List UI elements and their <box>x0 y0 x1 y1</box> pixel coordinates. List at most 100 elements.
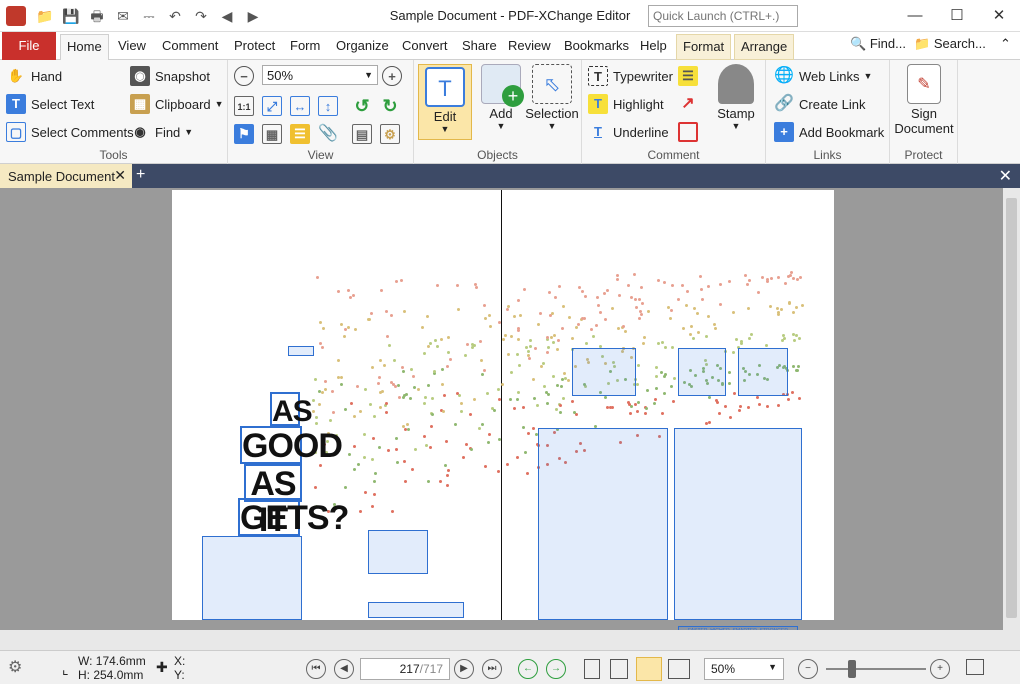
tab-review[interactable]: Review <box>502 34 557 60</box>
add-bookmark-button[interactable]: + Add Bookmark <box>774 120 884 144</box>
close-all-documents-icon[interactable]: ✕ <box>999 166 1012 186</box>
web-links-button[interactable]: 🌐 Web Links ▼ <box>774 64 872 88</box>
edit-button[interactable]: T Edit ▼ <box>418 64 472 140</box>
rotate-left-button[interactable]: ↺ <box>352 94 377 118</box>
search-button[interactable]: 📁 Search... <box>914 36 986 52</box>
zoom-out-button[interactable]: − <box>234 64 259 88</box>
email-icon[interactable]: ✉ <box>112 7 134 25</box>
sticky-note-button[interactable]: ☰ <box>678 64 703 88</box>
headline-word[interactable]: AS IT <box>244 464 302 538</box>
fullscreen-icon[interactable] <box>966 659 984 675</box>
selection-button[interactable]: ⬁ Selection ▼ <box>522 64 582 140</box>
settings-gear-icon[interactable]: ⚙ <box>8 657 22 677</box>
document-properties-button[interactable]: ▤ <box>352 122 377 146</box>
next-page-button[interactable]: ▶ <box>454 659 474 679</box>
scan-icon[interactable]: ⎓ <box>138 7 160 25</box>
continuous-facing-icon[interactable] <box>668 659 690 679</box>
tab-share[interactable]: Share <box>456 34 503 60</box>
selected-text-block[interactable] <box>288 346 314 356</box>
actual-size-button[interactable]: 1:1 <box>234 94 259 118</box>
back-icon[interactable]: ◀ <box>216 7 238 25</box>
find-button[interactable]: 🔍 Find... <box>850 36 906 52</box>
first-page-button[interactable]: ⏮ <box>306 659 326 679</box>
previous-page-button[interactable]: ◀ <box>334 659 354 679</box>
selected-text-block[interactable] <box>674 428 802 620</box>
back-view-button[interactable]: ← <box>518 659 538 679</box>
tab-organize[interactable]: Organize <box>330 34 395 60</box>
zoom-out-status-button[interactable]: − <box>798 659 818 679</box>
zoom-in-button[interactable]: + <box>382 64 407 88</box>
attachments-pane-button[interactable]: 📎 <box>318 122 343 146</box>
selected-text-block[interactable] <box>202 536 302 620</box>
facing-pages-icon[interactable] <box>636 657 662 681</box>
headline-word[interactable]: GOOD <box>240 426 343 464</box>
selected-text-block[interactable] <box>572 348 636 396</box>
select-comments-button[interactable]: ▢ Select Comments <box>6 120 134 144</box>
add-button[interactable]: + Add ▼ <box>474 64 528 140</box>
highlight-button[interactable]: T Highlight <box>588 92 664 116</box>
close-tab-icon[interactable]: ✕ <box>114 167 126 184</box>
typewriter-button[interactable]: T Typewriter <box>588 64 673 88</box>
selected-text-block[interactable] <box>368 530 428 574</box>
document-settings-button[interactable]: ⚙ <box>380 122 405 146</box>
redo-icon[interactable]: ↷ <box>190 7 212 25</box>
hand-button[interactable]: ✋ Hand <box>6 64 62 88</box>
snapshot-button[interactable]: ◉ Snapshot <box>130 64 210 88</box>
zoom-combo[interactable]: 50% ▼ <box>262 65 378 85</box>
find-tool-button[interactable]: ◉ Find ▼ <box>130 120 193 144</box>
save-icon[interactable]: 💾 <box>60 7 82 25</box>
continuous-page-icon[interactable] <box>610 659 628 679</box>
selected-text-block[interactable] <box>678 348 726 396</box>
sign-document-button[interactable]: ✎ Sign Document <box>892 64 956 144</box>
quick-launch-input[interactable] <box>648 5 798 27</box>
tab-format[interactable]: Format <box>676 34 732 60</box>
forward-icon[interactable]: ▶ <box>242 7 264 25</box>
zoom-in-status-button[interactable]: + <box>930 659 950 679</box>
document-tab[interactable]: Sample Document ✕ <box>0 164 132 188</box>
open-folder-icon[interactable]: 📁 <box>34 7 56 25</box>
selected-text-block[interactable] <box>368 602 464 618</box>
last-page-button[interactable]: ⏭ <box>482 659 502 679</box>
print-icon[interactable]: 🖶 <box>86 7 108 25</box>
bookmarks-pane-button[interactable]: ⚑ <box>234 122 259 146</box>
tab-convert[interactable]: Convert <box>396 34 454 60</box>
comments-pane-button[interactable]: ☰ <box>290 122 315 146</box>
pages-pane-button[interactable]: ▦ <box>262 122 287 146</box>
single-page-icon[interactable] <box>584 659 600 679</box>
minimize-button[interactable]: — <box>894 0 936 32</box>
page-number-input[interactable]: 217/717 <box>360 658 450 680</box>
tab-form[interactable]: Form <box>284 34 326 60</box>
maximize-button[interactable]: ☐ <box>936 0 978 32</box>
selected-text-block[interactable] <box>538 428 668 620</box>
tab-home[interactable]: Home <box>60 34 109 60</box>
fit-width-button[interactable]: ↔ <box>290 94 315 118</box>
zoom-select[interactable]: 50% ▼ <box>704 658 784 680</box>
arrow-button[interactable]: ↗ <box>678 92 703 116</box>
selected-text-block[interactable] <box>738 348 788 396</box>
forward-view-button[interactable]: → <box>546 659 566 679</box>
tab-comment[interactable]: Comment <box>156 34 224 60</box>
clipboard-button[interactable]: ▦ Clipboard ▼ <box>130 92 224 116</box>
headline-word[interactable]: GETS? <box>238 498 349 536</box>
headline-word[interactable]: AS <box>270 392 313 428</box>
new-tab-icon[interactable]: + <box>136 166 145 184</box>
tab-protect[interactable]: Protect <box>228 34 281 60</box>
vertical-scroll-thumb[interactable] <box>1006 198 1017 618</box>
tab-file[interactable]: File <box>2 32 56 60</box>
fit-page-button[interactable]: ⤢ <box>262 94 287 118</box>
zoom-slider-track[interactable] <box>826 668 926 670</box>
tab-view[interactable]: View <box>112 34 152 60</box>
stamp-button[interactable]: Stamp ▼ <box>708 64 764 140</box>
collapse-ribbon-icon[interactable]: ⌃ <box>1000 36 1011 52</box>
underline-button[interactable]: T Underline <box>588 120 669 144</box>
horizontal-scrollbar[interactable] <box>0 630 1003 650</box>
tab-arrange[interactable]: Arrange <box>734 34 795 60</box>
tab-bookmarks[interactable]: Bookmarks <box>558 34 635 60</box>
rotate-right-button[interactable]: ↻ <box>380 94 405 118</box>
zoom-slider-thumb[interactable] <box>848 660 856 678</box>
create-link-button[interactable]: 🔗 Create Link <box>774 92 865 116</box>
tab-help[interactable]: Help <box>634 34 673 60</box>
vertical-scrollbar[interactable] <box>1003 188 1020 650</box>
select-text-button[interactable]: T Select Text <box>6 92 94 116</box>
document-viewport[interactable]: AS GOOD AS IT GETS? FASTER, HIGHER, SMAR… <box>0 188 1020 650</box>
